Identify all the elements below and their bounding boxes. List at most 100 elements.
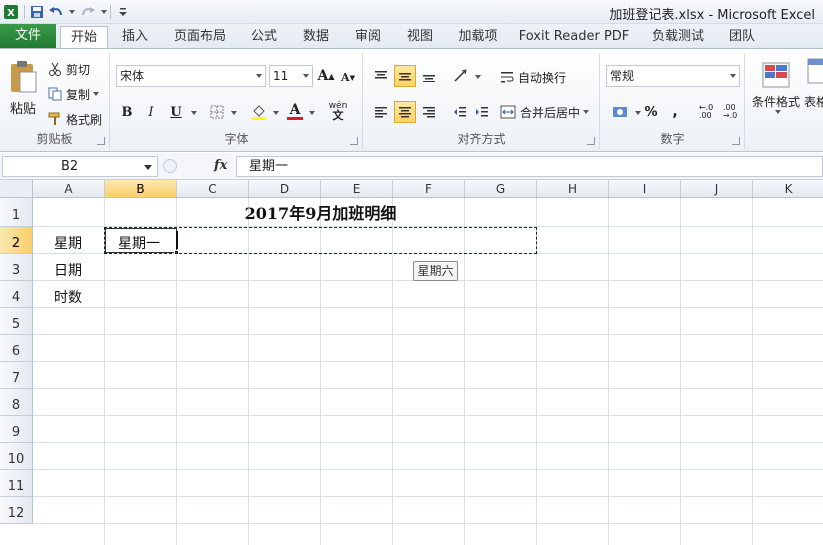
format-painter-button[interactable]: 格式刷 — [48, 110, 108, 128]
cell-a2[interactable]: 星期 — [54, 233, 82, 253]
align-bottom-button[interactable] — [418, 65, 440, 87]
row-header-7[interactable]: 7 — [0, 362, 33, 389]
insert-function-icon[interactable]: fx — [214, 158, 227, 173]
tab-load-test[interactable]: 负载测试 — [646, 26, 710, 48]
font-size-select[interactable]: 11 — [269, 65, 313, 87]
increase-decimal-button[interactable]: ←.0.00 — [695, 101, 717, 123]
orientation-button[interactable] — [450, 65, 472, 87]
align-center-button[interactable] — [394, 101, 416, 123]
merge-center-button[interactable]: 合并后居中 — [500, 102, 598, 122]
tab-page-layout[interactable]: 页面布局 — [168, 26, 232, 48]
customize-qat-icon[interactable] — [114, 3, 132, 21]
row-header-8[interactable]: 8 — [0, 389, 33, 416]
font-name-select[interactable]: 宋体 — [116, 65, 266, 87]
clipboard-launcher-icon[interactable] — [97, 137, 105, 145]
tab-insert[interactable]: 插入 — [114, 26, 156, 48]
column-header-i[interactable]: I — [609, 180, 681, 198]
border-button[interactable] — [207, 102, 227, 122]
number-format-select[interactable]: 常规 — [606, 65, 740, 87]
font-launcher-icon[interactable] — [350, 137, 358, 145]
align-right-button[interactable] — [418, 101, 440, 123]
column-header-b[interactable]: B — [105, 180, 177, 198]
conditional-format-button[interactable]: 条件格式 — [748, 57, 804, 117]
tab-team[interactable]: 团队 — [722, 26, 762, 48]
row-header-10[interactable]: 10 — [0, 443, 33, 470]
border-dropdown-icon[interactable] — [231, 111, 237, 115]
column-header-h[interactable]: H — [537, 180, 609, 198]
column-header-e[interactable]: E — [321, 180, 393, 198]
tab-data[interactable]: 数据 — [296, 26, 336, 48]
select-all-corner[interactable] — [0, 180, 33, 198]
column-header-c[interactable]: C — [177, 180, 249, 198]
tab-foxit[interactable]: Foxit Reader PDF — [516, 26, 632, 48]
row-header-2[interactable]: 2 — [0, 227, 33, 254]
cell-a3[interactable]: 日期 — [54, 260, 82, 280]
decrease-decimal-button[interactable]: .00 →.0 — [719, 101, 741, 123]
column-header-a[interactable]: A — [33, 180, 105, 198]
align-top-button[interactable] — [370, 65, 392, 87]
shrink-font-button[interactable]: A ▼ — [339, 67, 357, 87]
phonetic-button[interactable]: wén 文 — [324, 100, 352, 122]
fill-color-dropdown-icon[interactable] — [273, 111, 279, 115]
fill-handle[interactable] — [174, 250, 179, 255]
format-as-table-button[interactable]: 表格 — [804, 57, 823, 117]
italic-button[interactable]: I — [141, 102, 161, 122]
column-header-f[interactable]: F — [393, 180, 465, 198]
column-header-d[interactable]: D — [249, 180, 321, 198]
merge-dropdown-icon[interactable] — [583, 110, 590, 114]
column-header-g[interactable]: G — [465, 180, 537, 198]
decrease-indent-button[interactable] — [450, 101, 470, 123]
cell-b2[interactable]: 星期一 — [118, 233, 160, 253]
cell-a4[interactable]: 时数 — [54, 287, 82, 307]
increase-indent-button[interactable] — [472, 101, 492, 123]
redo-icon[interactable] — [79, 3, 97, 21]
paintbrush-icon — [48, 112, 60, 125]
worksheet-grid[interactable]: ABCDEFGHIJK 1 2 3 4 5 6 7 8 9 10 11 12 2017年9月加班明细 … — [0, 180, 823, 545]
row-header-9[interactable]: 9 — [0, 416, 33, 443]
row-header-3[interactable]: 3 — [0, 254, 33, 281]
row-header-11[interactable]: 11 — [0, 470, 33, 497]
tab-review[interactable]: 审阅 — [348, 26, 388, 48]
font-color-button[interactable]: A — [285, 100, 305, 122]
row-header-5[interactable]: 5 — [0, 308, 33, 335]
tab-home[interactable]: 开始 — [60, 26, 108, 49]
align-middle-button[interactable] — [394, 65, 416, 87]
percent-button[interactable]: % — [641, 101, 661, 123]
bold-button[interactable]: B — [117, 102, 137, 122]
undo-dropdown-icon[interactable] — [69, 10, 75, 14]
name-box[interactable]: B2 — [2, 156, 158, 177]
orientation-dropdown-icon[interactable] — [475, 75, 481, 79]
row-header-1[interactable]: 1 — [0, 198, 33, 227]
accounting-button[interactable] — [609, 101, 631, 123]
cut-button[interactable]: 剪切 — [48, 60, 106, 78]
undo-icon[interactable] — [47, 3, 65, 21]
paste-button[interactable]: 粘贴 — [4, 55, 42, 121]
tab-view[interactable]: 视图 — [400, 26, 440, 48]
number-launcher-icon[interactable] — [732, 137, 740, 145]
alignment-launcher-icon[interactable] — [587, 137, 595, 145]
column-header-j[interactable]: J — [681, 180, 753, 198]
underline-button[interactable]: U — [165, 102, 187, 122]
row-header-4[interactable]: 4 — [0, 281, 33, 308]
font-color-dropdown-icon[interactable] — [309, 111, 315, 115]
sheet-title-cell[interactable]: 2017年9月加班明细 — [33, 201, 608, 227]
tab-formulas[interactable]: 公式 — [244, 26, 284, 48]
row-header-6[interactable]: 6 — [0, 335, 33, 362]
tab-file[interactable]: 文件 — [0, 24, 56, 48]
formula-input[interactable]: 星期一 — [236, 156, 823, 177]
save-icon[interactable] — [28, 3, 46, 21]
copy-dropdown-icon[interactable] — [93, 92, 100, 96]
fill-color-button[interactable] — [249, 102, 269, 122]
tab-addins[interactable]: 加载项 — [452, 26, 504, 48]
redo-dropdown-icon[interactable] — [101, 10, 107, 14]
underline-dropdown-icon[interactable] — [191, 111, 197, 115]
copy-button[interactable]: 复制 — [48, 85, 106, 103]
wrap-text-button[interactable]: 自动换行 — [500, 67, 596, 87]
align-left-button[interactable] — [370, 101, 392, 123]
excel-logo-icon[interactable]: X — [2, 3, 20, 21]
row-header-12[interactable]: 12 — [0, 497, 33, 524]
comma-button[interactable]: , — [665, 101, 685, 123]
formula-bar-handle[interactable] — [163, 159, 177, 173]
grow-font-button[interactable]: A ▲ — [317, 66, 335, 86]
column-header-k[interactable]: K — [753, 180, 823, 198]
